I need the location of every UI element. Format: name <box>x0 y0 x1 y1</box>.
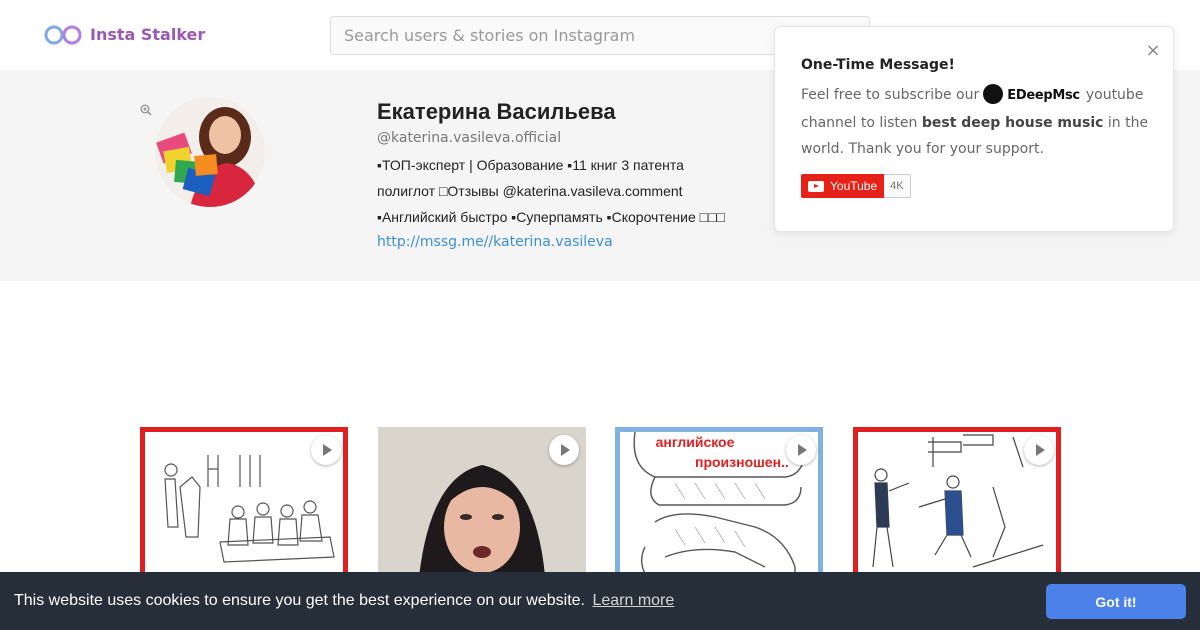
profile-name: Екатерина Васильева <box>377 99 616 124</box>
youtube-icon <box>808 180 824 192</box>
youtube-subscribe[interactable]: YouTube 4K <box>801 174 911 198</box>
youtube-subscribe-button[interactable]: YouTube <box>801 174 885 198</box>
play-icon[interactable] <box>1024 435 1054 465</box>
post-card[interactable] <box>140 427 348 587</box>
popup-text: youtube <box>1085 87 1144 103</box>
play-icon[interactable] <box>786 435 816 465</box>
glasses-logo-icon <box>44 25 82 45</box>
post-overlay-text: английское <box>656 434 735 450</box>
play-icon[interactable] <box>549 435 579 465</box>
bio-line: ▪Английский быстро ▪Суперпамять ▪Скорочт… <box>377 209 725 225</box>
bio-line: ▪ТОП-эксперт | Образование ▪11 книг 3 па… <box>377 157 684 173</box>
popup-text: channel to listen <box>801 115 918 131</box>
popup-text: in the <box>1107 115 1149 131</box>
popup-text-bold: best deep house music <box>921 115 1104 131</box>
site-logo[interactable]: Insta Stalker <box>44 22 205 46</box>
avatar-photo <box>155 97 265 207</box>
post-card[interactable] <box>853 427 1061 587</box>
channel-logo-icon <box>983 83 1004 104</box>
zoom-in-icon[interactable] <box>140 104 152 116</box>
post-card[interactable] <box>378 427 586 587</box>
cookie-message: This website uses cookies to ensure you … <box>14 592 674 610</box>
one-time-message-popup: × One-Time Message! Feel free to subscri… <box>774 26 1174 232</box>
cookie-text: This website uses cookies to ensure you … <box>14 592 585 609</box>
profile-avatar[interactable] <box>155 97 265 207</box>
popup-text: Feel free to subscribe our <box>801 87 980 103</box>
profile-bio: ▪ТОП-эксперт | Образование ▪11 книг 3 па… <box>377 152 757 230</box>
profile-handle: @katerina.vasileva.official <box>377 130 562 146</box>
cookie-accept-button[interactable]: Got it! <box>1046 584 1186 619</box>
close-icon[interactable]: × <box>1145 42 1161 60</box>
cookie-banner: This website uses cookies to ensure you … <box>0 572 1200 630</box>
post-overlay-text: произношен.. <box>695 454 789 470</box>
subscriber-count: 4K <box>884 174 911 198</box>
popup-text: world. Thank you for your support. <box>801 141 1044 157</box>
post-card[interactable]: английское произношен.. <box>615 427 823 587</box>
app-name: Insta Stalker <box>90 24 206 44</box>
popup-title: One-Time Message! <box>801 57 955 73</box>
channel-name[interactable]: EDeepMsc <box>1007 88 1080 103</box>
posts-grid: английское произношен.. <box>140 427 1070 587</box>
bio-line: полиглот □Отзывы @katerina.vasileva.comm… <box>377 183 683 199</box>
learn-more-link[interactable]: Learn more <box>592 592 674 609</box>
popup-message: Feel free to subscribe our EDeepMsc youtub… <box>801 81 1155 162</box>
profile-website-link[interactable]: http://mssg.me//katerina.vasileva <box>377 234 613 250</box>
youtube-label: YouTube <box>830 179 878 193</box>
play-icon[interactable] <box>311 435 341 465</box>
